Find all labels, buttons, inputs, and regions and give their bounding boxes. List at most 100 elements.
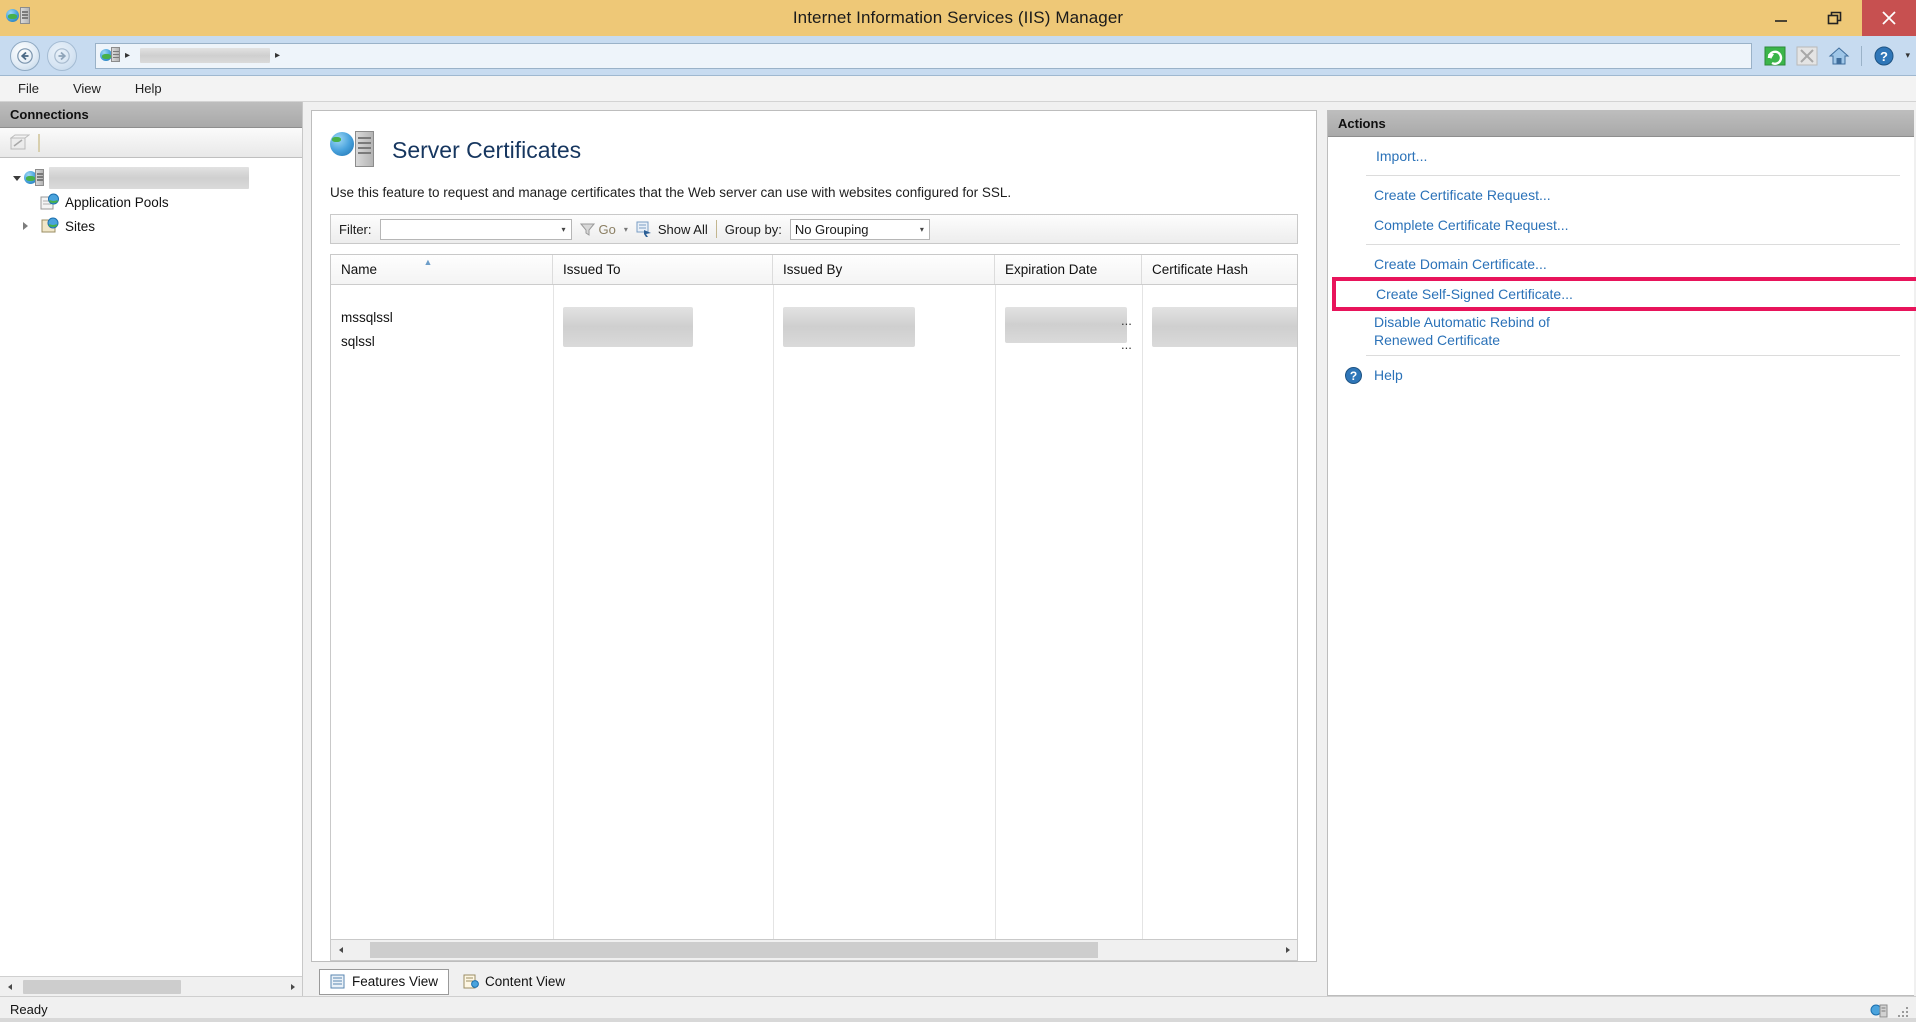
go-label: Go [599,222,616,237]
feature-description: Use this feature to request and manage c… [312,181,1316,214]
go-dropdown-icon[interactable]: ▾ [624,225,628,234]
show-all-label: Show All [658,222,708,237]
refresh-icon[interactable] [1762,43,1788,69]
expander-expanded-icon[interactable] [10,173,24,183]
connections-header: Connections [0,102,302,128]
scrollbar-thumb[interactable] [23,980,181,994]
filter-toolbar: Filter: ▾ Go ▾ [330,214,1298,244]
column-header-issued-by-label: Issued By [783,262,842,277]
tree-node-sites[interactable]: Sites [0,214,302,238]
chevron-down-icon[interactable]: ▾ [920,225,929,234]
filter-separator [716,220,717,238]
column-header-issued-by[interactable]: Issued By [773,255,995,284]
menu-help[interactable]: Help [131,79,166,98]
status-text: Ready [10,1002,48,1017]
action-help[interactable]: ? Help [1328,360,1914,390]
forward-button[interactable] [47,41,77,71]
tree-node-application-pools-label: Application Pools [65,195,169,210]
show-all-button[interactable]: Show All [636,221,708,237]
scrollbar-track[interactable] [19,978,283,996]
actions-header: Actions [1328,111,1914,137]
menu-view[interactable]: View [69,79,105,98]
home-icon[interactable] [1826,43,1852,69]
resize-grip-icon[interactable] [1896,1005,1910,1019]
sites-icon [40,217,60,235]
action-disable-automatic-rebind[interactable]: Disable Automatic Rebind of Renewed Cert… [1328,309,1914,351]
column-header-name[interactable]: ▲ Name [331,255,553,284]
actions-separator [1366,175,1900,176]
action-create-self-signed-certificate[interactable]: Create Self-Signed Certificate... [1328,279,1914,309]
cell-name: mssqlssl [331,310,553,325]
toolbar-separator [1861,46,1862,66]
group-by-select[interactable]: No Grouping ▾ [790,219,930,240]
column-header-certificate-hash[interactable]: Certificate Hash [1142,255,1297,284]
action-create-domain-certificate[interactable]: Create Domain Certificate... [1328,249,1914,279]
certificates-grid: ▲ Name Issued To Issued By Expiration Da… [330,254,1298,939]
chevron-down-icon[interactable]: ▾ [561,225,570,234]
column-header-issued-to[interactable]: Issued To [553,255,773,284]
column-header-issued-to-label: Issued To [563,262,621,277]
restore-button[interactable] [1808,0,1862,36]
grid-horizontal-scrollbar[interactable] [330,939,1298,961]
column-header-name-label: Name [341,262,377,277]
toolbar-buttons: ? ▾ [1762,43,1910,69]
tab-content-view[interactable]: Content View [453,969,575,995]
help-icon[interactable]: ? [1871,43,1897,69]
tree-node-sites-label: Sites [65,219,95,234]
table-row[interactable]: sqlssl [331,329,1297,353]
tab-features-view[interactable]: Features View [319,969,449,995]
tree-node-server-label-redacted [49,167,249,189]
scroll-right-icon[interactable] [1278,941,1297,959]
action-complete-certificate-request[interactable]: Complete Certificate Request... [1328,210,1914,240]
grid-body: ... ... mssqlssl sqlssl [331,285,1297,939]
grid-header-row: ▲ Name Issued To Issued By Expiration Da… [331,255,1297,285]
main-content-pane: Server Certificates Use this feature to … [303,102,1325,996]
scroll-right-icon[interactable] [283,978,302,996]
funnel-icon [580,222,595,237]
minimize-button[interactable] [1754,0,1808,36]
tree-node-application-pools[interactable]: Application Pools [0,190,302,214]
expander-collapsed-icon[interactable] [18,221,32,231]
server-icon [24,169,44,187]
connect-to-server-icon[interactable] [8,132,32,154]
actions-separator [1366,355,1900,356]
connections-horizontal-scrollbar[interactable] [0,976,302,996]
filter-label: Filter: [339,222,372,237]
table-row[interactable]: mssqlssl [331,305,1297,329]
connections-toolbar-separator [38,134,40,152]
iis-status-icon [1870,1003,1888,1019]
cell-name: sqlssl [331,334,553,349]
column-header-expiration-date[interactable]: Expiration Date [995,255,1142,284]
action-import[interactable]: Import... [1328,141,1914,171]
tree-node-server[interactable] [0,166,302,190]
action-help-label: Help [1374,366,1403,384]
scrollbar-track[interactable] [350,940,1278,960]
address-server-icon [100,47,120,65]
action-create-certificate-request[interactable]: Create Certificate Request... [1328,180,1914,210]
view-tabs: Features View Content View [311,962,1317,996]
close-button[interactable] [1862,0,1916,36]
go-button[interactable]: Go [580,222,616,237]
filter-input[interactable]: ▾ [380,219,572,240]
server-certificates-icon [330,129,374,171]
scroll-left-icon[interactable] [331,941,350,959]
status-bar: Ready [0,996,1916,1022]
features-view-icon [330,974,346,989]
application-pools-icon [40,193,60,211]
toolbar-dropdown-icon[interactable]: ▾ [1903,50,1910,61]
address-path-field[interactable]: ▸ ▸ [95,43,1752,69]
scroll-left-icon[interactable] [0,978,19,996]
content-view-icon [463,974,479,989]
menu-file[interactable]: File [14,79,43,98]
breadcrumb-server-redacted[interactable] [140,48,270,63]
scrollbar-thumb[interactable] [370,942,1098,958]
column-header-expiration-date-label: Expiration Date [1005,262,1097,277]
grid-column-divider [553,285,554,939]
connections-tree: Application Pools Sites [0,158,302,976]
group-by-label: Group by: [725,222,782,237]
blank-icon [1344,186,1364,204]
blank-icon [1344,313,1364,331]
back-button[interactable] [10,41,40,71]
window-title: Internet Information Services (IIS) Mana… [0,0,1916,36]
actions-card: Actions Import... Create Certificate Req… [1327,110,1914,996]
